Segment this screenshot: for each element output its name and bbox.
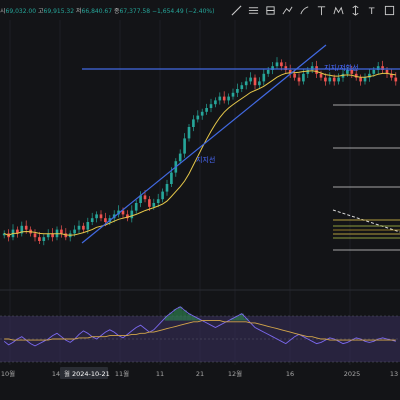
- candle-body: [60, 229, 63, 234]
- price-chart[interactable]: 지지선 지지/저항선 10월 14 월 2024-10-21 11월 11 21 12월 16 2…: [0, 0, 400, 400]
- candle-body: [266, 70, 270, 74]
- candle-body: [293, 73, 296, 78]
- candle-body: [77, 225, 81, 230]
- time-label: 16: [286, 370, 294, 378]
- time-label: 21: [196, 370, 204, 378]
- time-label: 12월: [228, 369, 242, 378]
- candle-body: [222, 96, 226, 101]
- pattern-icon[interactable]: [331, 4, 345, 17]
- frame-icon[interactable]: [382, 4, 396, 17]
- candle-body: [161, 191, 164, 200]
- candle-body: [38, 237, 41, 241]
- trend-line-icon[interactable]: [229, 4, 243, 17]
- candle-body: [337, 77, 340, 82]
- candle-body: [90, 218, 94, 222]
- candle-body: [302, 73, 305, 82]
- candle-body: [275, 62, 279, 67]
- candle-body: [236, 89, 239, 93]
- candle-body: [200, 111, 204, 116]
- candle-body: [165, 184, 169, 192]
- candle-body: [332, 77, 336, 82]
- short-position-icon[interactable]: [280, 4, 294, 17]
- time-label: 14: [52, 370, 60, 378]
- candle-body: [86, 222, 90, 230]
- open-value: 69,032.00: [5, 8, 37, 15]
- time-label: 2025: [344, 370, 361, 378]
- candle-body: [183, 138, 186, 154]
- time-label: 13: [390, 370, 398, 378]
- candle-body: [258, 81, 261, 86]
- cursor-date-group: 월 2024-10-21: [60, 367, 110, 379]
- candle-body: [192, 119, 195, 127]
- time-label: 11월: [115, 369, 129, 378]
- change-value: −1,654.49 (−2.40%): [152, 8, 215, 15]
- candle-body: [73, 229, 76, 234]
- candle-body: [156, 199, 160, 203]
- long-position-icon[interactable]: [263, 4, 277, 17]
- candle-body: [240, 85, 244, 89]
- candle-body: [24, 225, 28, 230]
- candle-body: [324, 77, 327, 82]
- candle-body: [209, 104, 213, 108]
- resistance-label: 지지/저항선: [324, 63, 359, 72]
- candle-body: [244, 81, 248, 86]
- candle-body: [143, 195, 147, 200]
- rsi-overbought-fill: [178, 306, 183, 321]
- candle-body: [99, 214, 103, 219]
- candle-body: [372, 70, 376, 74]
- candle-body: [134, 203, 138, 211]
- candle-body: [130, 210, 134, 219]
- time-label: 11: [156, 370, 164, 378]
- candle-body: [152, 203, 156, 207]
- drawing-toolbar: T: [229, 4, 396, 17]
- candle-body: [262, 73, 266, 82]
- candle-body: [187, 127, 191, 139]
- candle-body: [33, 233, 37, 238]
- candle-body: [205, 108, 208, 112]
- time-axis: 10월 14 월 2024-10-21 11월 11 21 12월 16 2025 13: [0, 365, 400, 400]
- candle-body: [218, 96, 222, 101]
- candle-body: [319, 73, 323, 78]
- text-icon[interactable]: [314, 4, 328, 17]
- candle-body: [170, 172, 173, 184]
- svg-text:T: T: [367, 6, 374, 16]
- candle-body: [231, 92, 235, 97]
- candle-body: [297, 77, 301, 82]
- support-label: 지지선: [196, 155, 215, 164]
- candle-body: [82, 225, 85, 230]
- candle-body: [249, 77, 252, 82]
- candle-body: [328, 77, 332, 82]
- price-range-icon[interactable]: [348, 4, 362, 17]
- candle-body: [214, 100, 217, 105]
- candle-body: [315, 66, 318, 74]
- candle-body: [95, 214, 98, 219]
- brush-icon[interactable]: [297, 4, 311, 17]
- candle-body: [227, 96, 230, 101]
- candle-body: [253, 77, 257, 86]
- candle-body: [148, 199, 151, 207]
- fib-retracement-icon[interactable]: [246, 4, 260, 17]
- ohlc-legend: 시69,032.00 고69,915.32 저66,840.67 종67,377…: [0, 6, 214, 15]
- cursor-date-label: 2024-10-21: [72, 370, 110, 378]
- rsi-overbought-fill: [164, 316, 170, 321]
- candle-body: [178, 153, 182, 162]
- time-label: 10월: [1, 369, 15, 378]
- candle-body: [196, 115, 200, 120]
- cursor-day-label: 월: [64, 369, 70, 378]
- candle-body: [363, 77, 367, 82]
- candle-body: [104, 218, 107, 222]
- candle-body: [359, 77, 362, 82]
- close-value: 67,377.58: [119, 8, 151, 15]
- measure-icon[interactable]: T: [365, 4, 379, 17]
- high-value: 69,915.32: [43, 8, 75, 15]
- candle-body: [394, 77, 398, 82]
- low-value: 66,840.67: [81, 8, 113, 15]
- candle-body: [280, 62, 283, 67]
- candle-body: [42, 237, 46, 241]
